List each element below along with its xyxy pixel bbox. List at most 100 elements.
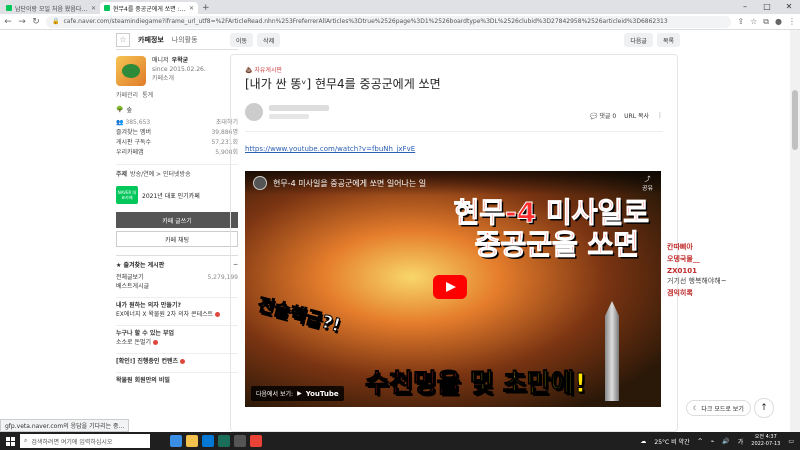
url-input[interactable]: 🔒 cafe.naver.com/steamindiegame?iframe_u…: [46, 15, 732, 28]
tab-my-activity[interactable]: 나의활동: [172, 35, 198, 45]
overlay-text: 수천명을 몇 초만에!: [365, 363, 587, 400]
author-avatar[interactable]: [245, 103, 263, 121]
fav-members-label: 즐겨찾는 멤버: [116, 129, 152, 136]
stats-link[interactable]: 통계: [142, 90, 153, 99]
tab-cafe-info[interactable]: 카페정보: [138, 35, 164, 45]
favorite-star-icon[interactable]: ☆: [116, 32, 130, 47]
overlay-text: 중공군을 쏘면: [474, 228, 639, 262]
list-button[interactable]: 목록: [656, 33, 680, 47]
browser-tab[interactable]: 남단이랑 모일 처음 왔음다는 이 ✕: [2, 2, 100, 14]
profile-icon[interactable]: ●: [775, 17, 782, 26]
maximize-icon[interactable]: □: [756, 0, 778, 14]
video-title[interactable]: 현무-4 미사일을 중공군에게 쏘면 일어나는 일: [273, 178, 426, 189]
next-post-button[interactable]: 다음글: [624, 33, 653, 47]
ime-icon[interactable]: 가: [738, 437, 744, 446]
youtube-link[interactable]: https://www.youtube.com/watch?v=fbuNh_jx…: [245, 145, 415, 153]
edge-icon[interactable]: [170, 435, 182, 447]
taskbar-search[interactable]: ⌕ 검색하려면 여기에 입력하십시오: [20, 434, 150, 448]
app-icon[interactable]: [234, 435, 246, 447]
board-item[interactable]: 베스트게시글: [116, 282, 238, 291]
weather-icon[interactable]: ☁: [640, 438, 646, 445]
minimize-icon[interactable]: –: [734, 0, 756, 14]
write-post-button[interactable]: 카페 글쓰기: [116, 212, 238, 228]
manager-name[interactable]: 우왁굳: [172, 57, 189, 64]
clock[interactable]: 오전 4:37 2022-07-13: [751, 434, 780, 448]
article-main: 이동 삭제 다음글 목록 💩 자유게시판 [내가 싼 똥ᵛ] 현무4를 중공군에…: [230, 30, 680, 432]
scrollbar-thumb[interactable]: [792, 90, 798, 150]
lock-icon: 🔒: [52, 18, 60, 25]
scroll-top-button[interactable]: ↑: [754, 398, 774, 418]
windows-start-icon[interactable]: [0, 432, 20, 450]
watch-on-youtube[interactable]: 다음에서 보기: ▶ YouTube: [251, 386, 344, 401]
youtube-embed[interactable]: 현무-4 미사일을 중공군에게 쏘면 일어나는 일 ⤴ 공유 현무-4 미사일로 …: [245, 171, 661, 407]
store-icon[interactable]: [202, 435, 214, 447]
cafe-tabs: ☆ 카페정보 나의활동: [116, 30, 238, 50]
menu-dots-icon[interactable]: ⋮: [788, 17, 796, 26]
network-icon[interactable]: ⌁: [711, 438, 715, 445]
naver-badge: NAVER 대표카페: [116, 186, 138, 204]
dark-mode-button[interactable]: ☾ 다크 모드로 보기: [686, 400, 751, 416]
new-badge-icon: [180, 359, 186, 364]
more-options-icon[interactable]: ⋮: [657, 112, 663, 119]
forward-icon[interactable]: →: [18, 17, 26, 27]
app-v-icon[interactable]: [218, 435, 230, 447]
section-title: 내가 원하는 의자 만들기?: [116, 302, 181, 309]
chat-user: 칸따삐아: [667, 243, 693, 251]
close-tab-icon[interactable]: ✕: [91, 5, 96, 12]
copy-url-button[interactable]: URL 복사: [624, 111, 649, 120]
volume-icon[interactable]: 🔊: [722, 438, 729, 445]
file-explorer-icon[interactable]: [186, 435, 198, 447]
section-title: 왁물원 회원만의 비밀: [116, 377, 170, 384]
bookmark-star-icon[interactable]: ☆: [750, 17, 757, 26]
award-text[interactable]: 2021년 대표 인기카페: [142, 191, 200, 200]
theme-value[interactable]: 방송/연예 > 인터넷방송: [130, 171, 191, 178]
arrow-up-icon: ↑: [760, 403, 768, 413]
section-item-label: EX에너지 X 왁물원 2차 의자 콘테스트: [116, 311, 214, 318]
sidebar-section[interactable]: [확인!] 진행중인 컨텐츠: [116, 353, 238, 366]
cafe-intro-link[interactable]: 카페소개: [152, 74, 206, 83]
chrome-icon[interactable]: [250, 435, 262, 447]
play-button-icon[interactable]: [433, 275, 467, 299]
close-window-icon[interactable]: ✕: [778, 0, 800, 14]
section-title: [확인!] 진행중인 컨텐츠: [116, 358, 179, 365]
clock-date: 2022-07-13: [751, 441, 781, 447]
cafe-avatar[interactable]: [116, 56, 146, 86]
cafe-manage-link[interactable]: 카페관리: [116, 90, 138, 99]
notification-icon[interactable]: ▭: [788, 438, 794, 445]
category-label: 자유게시판: [254, 67, 282, 74]
reload-icon[interactable]: ↻: [32, 17, 40, 27]
back-icon[interactable]: ←: [4, 17, 12, 27]
move-button[interactable]: 이동: [230, 33, 254, 47]
browser-tab-active[interactable]: 현무4를 중공군에게 쏘면 : 네이 ✕: [100, 2, 198, 14]
weather-text[interactable]: 25°C 비 약간: [654, 437, 689, 446]
channel-logo[interactable]: [253, 176, 267, 190]
comment-count[interactable]: 💬 댓글 0: [590, 111, 616, 120]
author-info: [245, 103, 329, 121]
board-item[interactable]: 전체글보기 5,279,199: [116, 273, 238, 282]
board-name: 전체글보기: [116, 274, 144, 281]
fav-boards-title: 즐겨찾는 게시판: [123, 262, 165, 269]
address-bar: ← → ↻ 🔒 cafe.naver.com/steamindiegame?if…: [0, 14, 800, 30]
sidebar-section[interactable]: 왁물원 회원만의 비밀: [116, 372, 238, 385]
fav-boards-header: ★ 즐겨찾는 게시판 −: [116, 255, 238, 269]
delete-button[interactable]: 삭제: [257, 33, 281, 47]
overlay-text-part: 몇 초만에!: [469, 369, 587, 400]
tray-arrow-icon[interactable]: ^: [698, 438, 703, 445]
member-count[interactable]: 385,653: [125, 119, 150, 126]
video-share-button[interactable]: ⤴ 공유: [642, 174, 653, 192]
extensions-icon[interactable]: ⧉: [763, 17, 769, 27]
taskbar: ⌕ 검색하려면 여기에 입력하십시오 ☁ 25°C 비 약간 ^ ⌁ 🔊 가 오전…: [0, 432, 800, 450]
section-item[interactable]: EX에너지 X 왁물원 2차 의자 콘테스트: [116, 310, 238, 319]
scrollbar[interactable]: [790, 30, 800, 432]
divider: [245, 131, 663, 132]
comment-icon: 💬: [589, 113, 598, 120]
new-badge-icon: [215, 312, 221, 317]
board-category-link[interactable]: 💩 자유게시판: [245, 65, 282, 74]
share-icon[interactable]: ⇪: [737, 17, 744, 26]
section-item[interactable]: 소소로 돈벌기: [116, 338, 238, 347]
close-tab-icon[interactable]: ✕: [189, 5, 194, 12]
cafe-chat-button[interactable]: 카페 채팅: [116, 231, 238, 247]
naver-favicon-icon: [104, 5, 110, 11]
system-tray: ☁ 25°C 비 약간 ^ ⌁ 🔊 가 오전 4:37 2022-07-13 ▭: [640, 434, 800, 448]
new-tab-button[interactable]: +: [198, 2, 214, 14]
